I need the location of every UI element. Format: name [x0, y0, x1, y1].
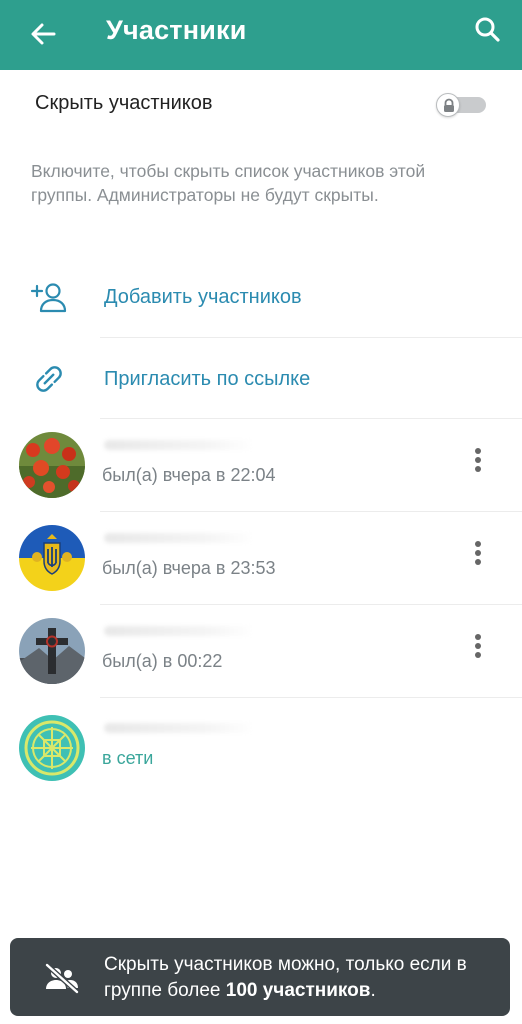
info-toast: Скрыть участников можно, только если в г… [10, 938, 510, 1016]
member-name [103, 618, 303, 646]
search-icon [475, 17, 500, 42]
member-row[interactable]: в сети [0, 703, 522, 793]
more-options-button[interactable] [468, 446, 488, 476]
hide-members-toggle[interactable] [436, 93, 486, 117]
member-name [103, 525, 303, 553]
arrow-left-icon [31, 23, 56, 45]
avatar [19, 618, 85, 684]
add-members-label: Добавить участников [104, 286, 302, 308]
member-row[interactable]: был(а) вчера в 23:53 [0, 513, 522, 603]
member-status: был(а) вчера в 23:53 [102, 558, 276, 578]
toast-message: Скрыть участников можно, только если в г… [104, 952, 499, 1004]
hidden-users-icon [45, 963, 79, 994]
divider [100, 337, 522, 338]
page-title: Участники [106, 15, 247, 45]
member-row[interactable]: был(а) вчера в 22:04 [0, 420, 522, 510]
toast-text-bold: 100 участников [225, 980, 371, 1001]
divider [100, 604, 522, 605]
divider [100, 697, 522, 698]
avatar [19, 525, 85, 591]
hide-members-description: Включите, чтобы скрыть список участников… [31, 161, 426, 205]
member-status: был(а) в 00:22 [102, 651, 223, 671]
member-name [103, 715, 303, 743]
member-row[interactable]: был(а) в 00:22 [0, 606, 522, 696]
add-members-action[interactable]: Добавить участников [0, 260, 522, 336]
avatar [19, 432, 85, 498]
hide-members-label: Скрыть участников [35, 92, 213, 114]
link-icon [36, 366, 62, 392]
avatar [19, 715, 85, 781]
back-button[interactable] [24, 14, 64, 54]
invite-link-label: Пригласить по ссылке [104, 368, 311, 390]
hide-members-row[interactable]: Скрыть участников [0, 76, 522, 136]
lock-icon [444, 98, 454, 112]
search-button[interactable] [470, 12, 506, 48]
toggle-knob [436, 93, 460, 117]
add-user-icon [30, 283, 67, 313]
member-status: в сети [102, 748, 154, 768]
toast-text-after: . [370, 980, 376, 1001]
divider [100, 418, 522, 419]
divider [100, 511, 522, 512]
member-name [103, 432, 303, 460]
more-options-button[interactable] [468, 632, 488, 662]
member-status: был(а) вчера в 22:04 [102, 465, 276, 485]
more-options-button[interactable] [468, 539, 488, 569]
invite-link-action[interactable]: Пригласить по ссылке [0, 342, 522, 418]
app-bar: Участники [0, 0, 522, 70]
